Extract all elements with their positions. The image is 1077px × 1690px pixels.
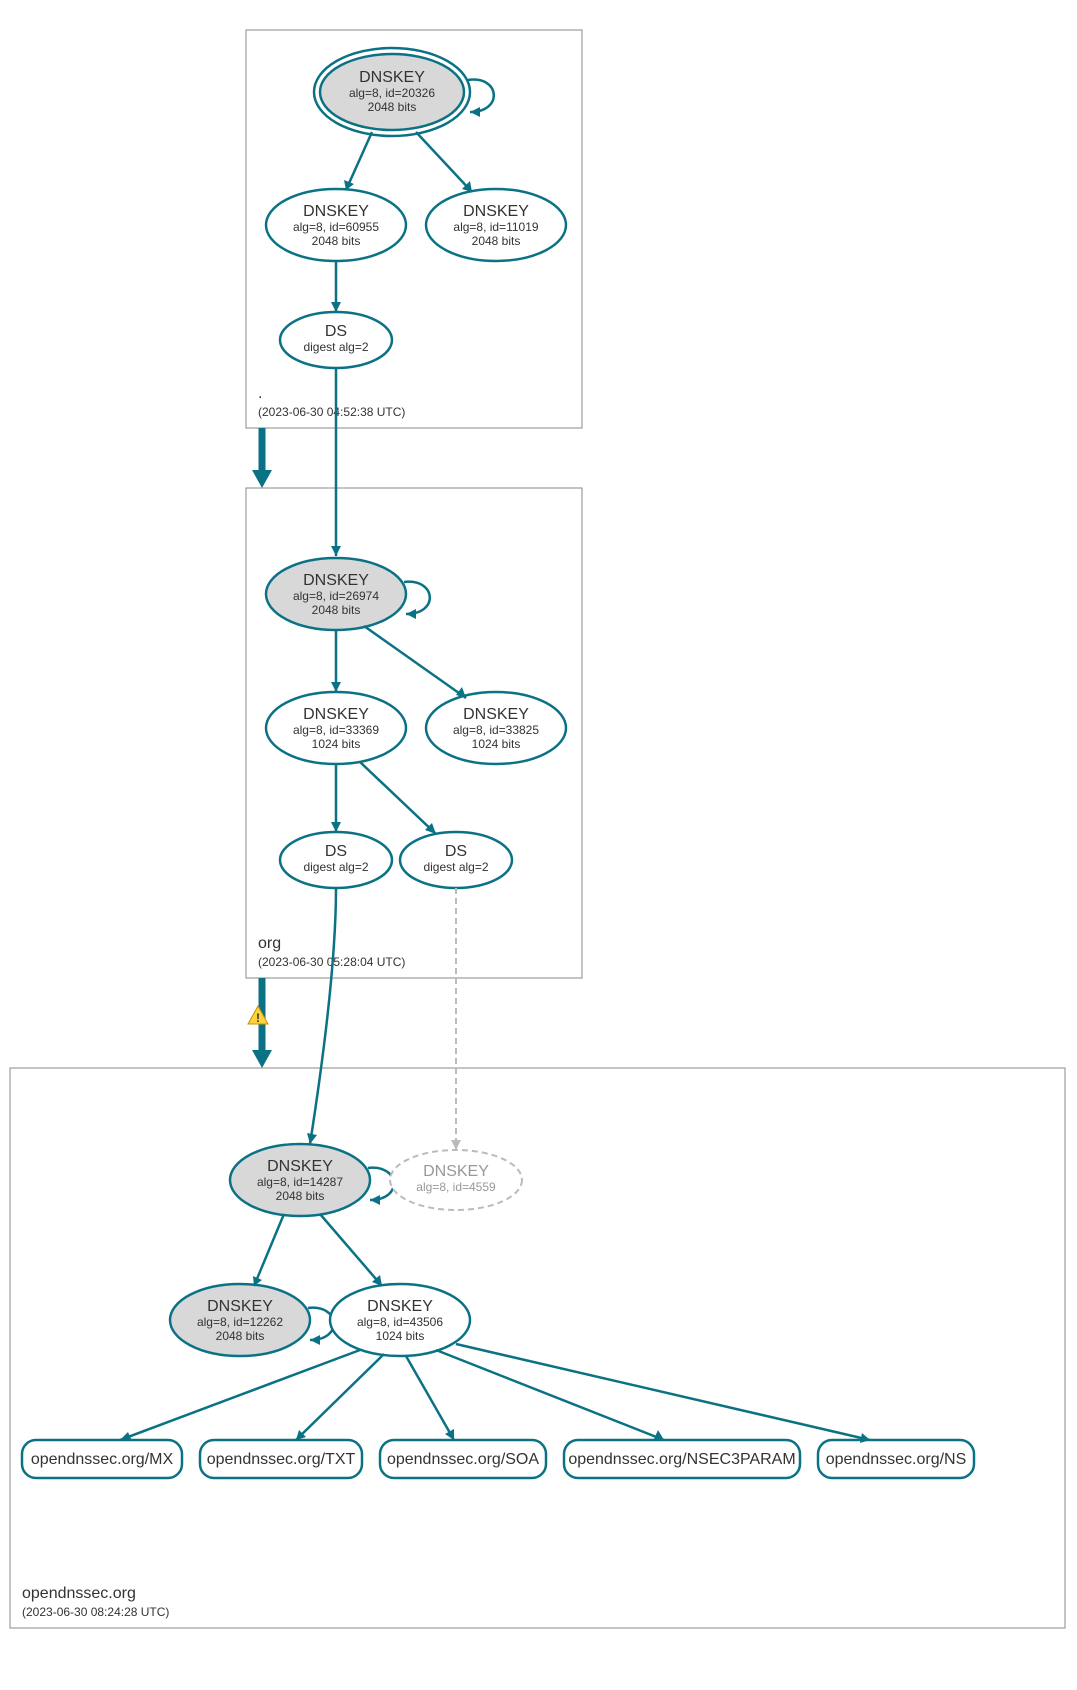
edge-orgzsk1-ds2 (360, 762, 436, 834)
node-org-zsk-33825[interactable]: DNSKEY alg=8, id=33825 1024 bits (426, 692, 566, 764)
rrset-ns-label: opendnssec.org/NS (826, 1451, 967, 1468)
node-root-zsk2-l2: 2048 bits (472, 234, 521, 248)
node-root-zsk1-l1: alg=8, id=60955 (293, 220, 379, 234)
node-org-ksk-l1: alg=8, id=26974 (293, 589, 379, 603)
rrset-soa-label: opendnssec.org/SOA (387, 1451, 539, 1468)
rrset-txt-label: opendnssec.org/TXT (207, 1451, 356, 1468)
arrow-root-ksk-self (470, 107, 480, 117)
node-org-ds1-title: DS (325, 843, 347, 860)
node-root-ds-l1: digest alg=2 (303, 340, 368, 354)
edge-leafksk-zskg (254, 1214, 284, 1286)
node-root-zsk-60955[interactable]: DNSKEY alg=8, id=60955 2048 bits (266, 189, 406, 261)
node-org-ksk[interactable]: DNSKEY alg=8, id=26974 2048 bits (266, 558, 406, 630)
node-leaf-ghost-title: DNSKEY (423, 1163, 489, 1180)
rrset-mx[interactable]: opendnssec.org/MX (22, 1440, 182, 1478)
node-org-zsk1-l2: 1024 bits (312, 737, 361, 751)
node-root-ksk-l1: alg=8, id=20326 (349, 86, 435, 100)
node-leaf-zsk-title: DNSKEY (367, 1298, 433, 1315)
node-org-ds2-title: DS (445, 843, 467, 860)
edge-zsk-txt (296, 1354, 384, 1440)
node-leaf-zsk-l1: alg=8, id=43506 (357, 1315, 443, 1329)
rrset-nsec-label: opendnssec.org/NSEC3PARAM (568, 1451, 795, 1468)
node-leaf-ksk-title: DNSKEY (267, 1158, 333, 1175)
node-org-zsk2-l1: alg=8, id=33825 (453, 723, 539, 737)
node-org-ds2-l1: digest alg=2 (423, 860, 488, 874)
node-org-zsk2-title: DNSKEY (463, 706, 529, 723)
arrow-orgds2-ghost (451, 1140, 461, 1150)
edge-orgds1-leafksk (310, 888, 336, 1144)
rrset-ns[interactable]: opendnssec.org/NS (818, 1440, 974, 1478)
edge-zsk-mx (120, 1350, 360, 1440)
arrow-orgzsk1-ds1 (331, 822, 341, 832)
edge-root-ksk-self (468, 80, 494, 112)
arrow-zsk-nsec (654, 1430, 664, 1440)
node-root-zsk2-title: DNSKEY (463, 203, 529, 220)
node-root-ksk[interactable]: DNSKEY alg=8, id=20326 2048 bits (314, 48, 470, 136)
edge-orgksk-zsk2 (364, 626, 466, 698)
node-root-zsk1-l2: 2048 bits (312, 234, 361, 248)
svg-text:!: ! (256, 1011, 260, 1025)
edge-zsk-ns (456, 1344, 870, 1440)
rrset-soa[interactable]: opendnssec.org/SOA (380, 1440, 546, 1478)
zone-leaf-timestamp: (2023-06-30 08:24:28 UTC) (22, 1605, 169, 1619)
zone-root-label: . (258, 385, 262, 402)
node-root-ksk-l2: 2048 bits (368, 100, 417, 114)
node-root-zsk-11019[interactable]: DNSKEY alg=8, id=11019 2048 bits (426, 189, 566, 261)
node-root-ds-title: DS (325, 323, 347, 340)
arrow-org-ksk-self (406, 609, 416, 619)
zone-leaf-box (10, 1068, 1065, 1628)
node-root-zsk1-title: DNSKEY (303, 203, 369, 220)
arrow-rootds-orgksk (331, 546, 341, 556)
node-org-ds1[interactable]: DS digest alg=2 (280, 832, 392, 888)
node-leaf-zsk-43506[interactable]: DNSKEY alg=8, id=43506 1024 bits (330, 1284, 470, 1356)
node-org-ds2[interactable]: DS digest alg=2 (400, 832, 512, 888)
node-root-zsk2-l1: alg=8, id=11019 (453, 220, 539, 234)
arrow-root-to-org-deleg (252, 470, 272, 488)
edge-zsk-nsec (436, 1350, 664, 1440)
node-org-zsk1-title: DNSKEY (303, 706, 369, 723)
edge-zsk-soa (406, 1356, 454, 1440)
arrow-org-to-leaf-deleg (252, 1050, 272, 1068)
zone-org-label: org (258, 935, 281, 952)
edge-org-ksk-self (404, 582, 430, 614)
arrow-orgksk-zsk1 (331, 682, 341, 692)
node-leaf-ghost-l1: alg=8, id=4559 (416, 1180, 496, 1194)
rrset-txt[interactable]: opendnssec.org/TXT (200, 1440, 362, 1478)
node-leaf-ksk-l1: alg=8, id=14287 (257, 1175, 343, 1189)
arrow-orgds1-leafksk (307, 1133, 317, 1144)
node-org-zsk2-l2: 1024 bits (472, 737, 521, 751)
node-leaf-ksk[interactable]: DNSKEY alg=8, id=14287 2048 bits (230, 1144, 370, 1216)
rrset-nsec3param[interactable]: opendnssec.org/NSEC3PARAM (564, 1440, 800, 1478)
arrow-leaf-zskg-self (310, 1335, 320, 1345)
arrow-rootzsk1-ds (331, 302, 341, 312)
node-org-ds1-l1: digest alg=2 (303, 860, 368, 874)
rrset-mx-label: opendnssec.org/MX (31, 1451, 174, 1468)
zone-root-timestamp: (2023-06-30 04:52:38 UTC) (258, 405, 405, 419)
node-leaf-zsk-l2: 1024 bits (376, 1329, 425, 1343)
arrow-leaf-ksk-self (370, 1195, 380, 1205)
node-leaf-zsk-12262[interactable]: DNSKEY alg=8, id=12262 2048 bits (170, 1284, 310, 1356)
node-org-zsk-33369[interactable]: DNSKEY alg=8, id=33369 1024 bits (266, 692, 406, 764)
zone-leaf-label: opendnssec.org (22, 1585, 136, 1602)
node-org-ksk-title: DNSKEY (303, 572, 369, 589)
node-leaf-zskg-l1: alg=8, id=12262 (197, 1315, 283, 1329)
node-root-ksk-title: DNSKEY (359, 69, 425, 86)
node-leaf-zskg-l2: 2048 bits (216, 1329, 265, 1343)
edge-rootksk-zsk2 (416, 132, 472, 192)
node-leaf-ghost[interactable]: DNSKEY alg=8, id=4559 (390, 1150, 522, 1210)
node-org-zsk1-l1: alg=8, id=33369 (293, 723, 379, 737)
edge-rootksk-zsk1 (346, 132, 372, 190)
node-root-ds[interactable]: DS digest alg=2 (280, 312, 392, 368)
node-leaf-zskg-title: DNSKEY (207, 1298, 273, 1315)
edge-leafksk-zsk (320, 1214, 382, 1286)
node-leaf-ksk-l2: 2048 bits (276, 1189, 325, 1203)
node-org-ksk-l2: 2048 bits (312, 603, 361, 617)
